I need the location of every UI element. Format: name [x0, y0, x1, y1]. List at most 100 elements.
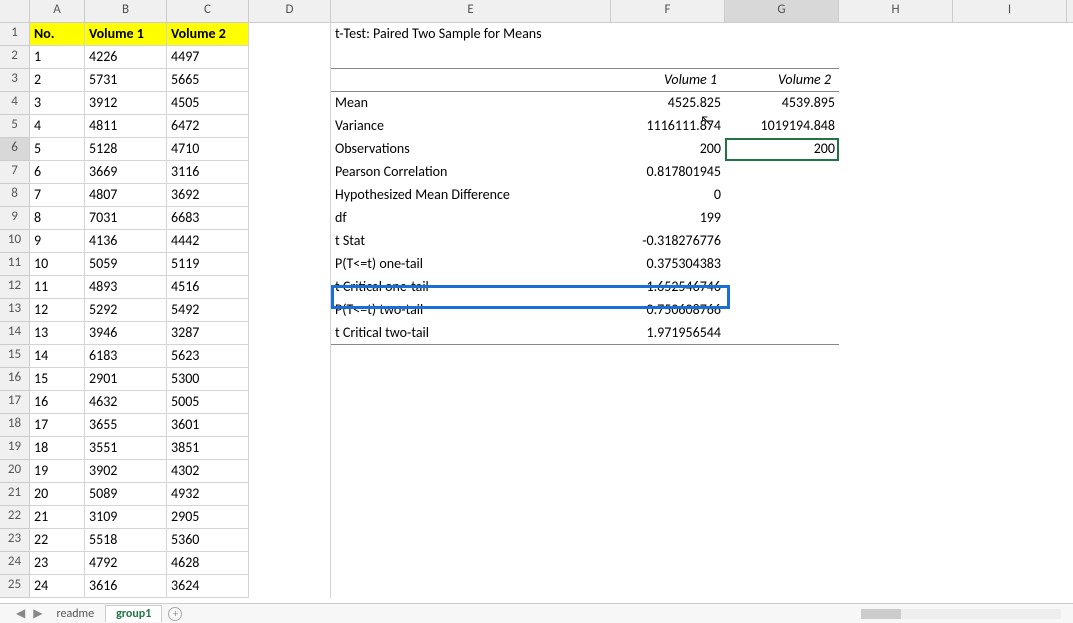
- row-head-6[interactable]: 6: [0, 138, 30, 161]
- cell-I8[interactable]: [953, 184, 1067, 207]
- cell-J14[interactable]: [1067, 322, 1073, 345]
- cell-H20[interactable]: [839, 460, 953, 483]
- cell-B11[interactable]: 5059: [85, 253, 167, 276]
- cell-G18[interactable]: [725, 414, 839, 437]
- cell-G16[interactable]: [725, 368, 839, 391]
- cell-B21[interactable]: 5089: [85, 483, 167, 506]
- col-head-J[interactable]: J: [1067, 0, 1073, 23]
- row-head-5[interactable]: 5: [0, 115, 30, 138]
- cell-H18[interactable]: [839, 414, 953, 437]
- cell-B6[interactable]: 5128: [85, 138, 167, 161]
- cell-A5[interactable]: 4: [30, 115, 85, 138]
- col-head-A[interactable]: A: [30, 0, 85, 23]
- cell-E7[interactable]: Pearson Correlation: [331, 161, 611, 184]
- row-head-12[interactable]: 12: [0, 276, 30, 299]
- cell-A4[interactable]: 3: [30, 92, 85, 115]
- cell-H11[interactable]: [839, 253, 953, 276]
- cell-D16[interactable]: [249, 368, 331, 391]
- cell-B12[interactable]: 4893: [85, 276, 167, 299]
- cell-E19[interactable]: [331, 437, 611, 460]
- cell-D17[interactable]: [249, 391, 331, 414]
- cell-A16[interactable]: 15: [30, 368, 85, 391]
- cell-E1[interactable]: t-Test: Paired Two Sample for Means: [331, 23, 611, 46]
- cell-B25[interactable]: 3616: [85, 575, 167, 598]
- cell-I13[interactable]: [953, 299, 1067, 322]
- cell-D3[interactable]: [249, 69, 331, 92]
- cell-D14[interactable]: [249, 322, 331, 345]
- cell-D13[interactable]: [249, 299, 331, 322]
- cell-H17[interactable]: [839, 391, 953, 414]
- col-head-I[interactable]: I: [953, 0, 1067, 23]
- cell-C19[interactable]: 3851: [167, 437, 249, 460]
- cell-H23[interactable]: [839, 529, 953, 552]
- cell-G2[interactable]: [725, 46, 839, 69]
- cell-F8[interactable]: 0: [611, 184, 725, 207]
- cell-B14[interactable]: 3946: [85, 322, 167, 345]
- cell-A3[interactable]: 2: [30, 69, 85, 92]
- cell-H15[interactable]: [839, 345, 953, 368]
- cell-E12[interactable]: t Critical one-tail: [331, 276, 611, 299]
- cell-B5[interactable]: 4811: [85, 115, 167, 138]
- cell-H12[interactable]: [839, 276, 953, 299]
- cell-H5[interactable]: [839, 115, 953, 138]
- cell-B13[interactable]: 5292: [85, 299, 167, 322]
- cell-J12[interactable]: [1067, 276, 1073, 299]
- cell-G5[interactable]: 1019194.848: [725, 115, 839, 138]
- cell-E17[interactable]: [331, 391, 611, 414]
- cell-C3[interactable]: 5665: [167, 69, 249, 92]
- cell-D19[interactable]: [249, 437, 331, 460]
- cell-J13[interactable]: [1067, 299, 1073, 322]
- cell-E21[interactable]: [331, 483, 611, 506]
- cell-I15[interactable]: [953, 345, 1067, 368]
- cell-C18[interactable]: 3601: [167, 414, 249, 437]
- row-head-24[interactable]: 24: [0, 552, 30, 575]
- cell-I16[interactable]: [953, 368, 1067, 391]
- cell-F13[interactable]: 0.750608766: [611, 299, 725, 322]
- cell-F14[interactable]: 1.971956544: [611, 322, 725, 345]
- cell-H2[interactable]: [839, 46, 953, 69]
- cell-C4[interactable]: 4505: [167, 92, 249, 115]
- cell-C8[interactable]: 3692: [167, 184, 249, 207]
- cell-I19[interactable]: [953, 437, 1067, 460]
- cell-H7[interactable]: [839, 161, 953, 184]
- cell-A21[interactable]: 20: [30, 483, 85, 506]
- cell-J5[interactable]: [1067, 115, 1073, 138]
- cell-B4[interactable]: 3912: [85, 92, 167, 115]
- cell-B17[interactable]: 4632: [85, 391, 167, 414]
- col-head-G[interactable]: G: [725, 0, 839, 23]
- cell-H25[interactable]: [839, 575, 953, 598]
- cell-B22[interactable]: 3109: [85, 506, 167, 529]
- cell-D2[interactable]: [249, 46, 331, 69]
- row-head-20[interactable]: 20: [0, 460, 30, 483]
- cell-C11[interactable]: 5119: [167, 253, 249, 276]
- cell-A2[interactable]: 1: [30, 46, 85, 69]
- cell-E9[interactable]: df: [331, 207, 611, 230]
- cell-A8[interactable]: 7: [30, 184, 85, 207]
- cell-E3[interactable]: [331, 69, 611, 92]
- cell-E4[interactable]: Mean: [331, 92, 611, 115]
- cell-J8[interactable]: [1067, 184, 1073, 207]
- cell-B18[interactable]: 3655: [85, 414, 167, 437]
- cell-F12[interactable]: 1.652546746: [611, 276, 725, 299]
- cell-G15[interactable]: [725, 345, 839, 368]
- cell-E11[interactable]: P(T<=t) one-tail: [331, 253, 611, 276]
- cell-C1[interactable]: Volume 2: [167, 23, 249, 46]
- col-head-D[interactable]: D: [249, 0, 331, 23]
- cell-E20[interactable]: [331, 460, 611, 483]
- cell-A12[interactable]: 11: [30, 276, 85, 299]
- cell-F4[interactable]: 4525.825: [611, 92, 725, 115]
- cell-E2[interactable]: [331, 46, 611, 69]
- cell-B19[interactable]: 3551: [85, 437, 167, 460]
- cell-I4[interactable]: [953, 92, 1067, 115]
- cell-J4[interactable]: [1067, 92, 1073, 115]
- col-head-C[interactable]: C: [167, 0, 249, 23]
- cell-F10[interactable]: -0.318276776: [611, 230, 725, 253]
- cell-E18[interactable]: [331, 414, 611, 437]
- cell-F6[interactable]: 200: [611, 138, 725, 161]
- cell-J19[interactable]: [1067, 437, 1073, 460]
- cell-A18[interactable]: 17: [30, 414, 85, 437]
- cell-I22[interactable]: [953, 506, 1067, 529]
- col-head-H[interactable]: H: [839, 0, 953, 23]
- row-head-15[interactable]: 15: [0, 345, 30, 368]
- cell-E15[interactable]: [331, 345, 611, 368]
